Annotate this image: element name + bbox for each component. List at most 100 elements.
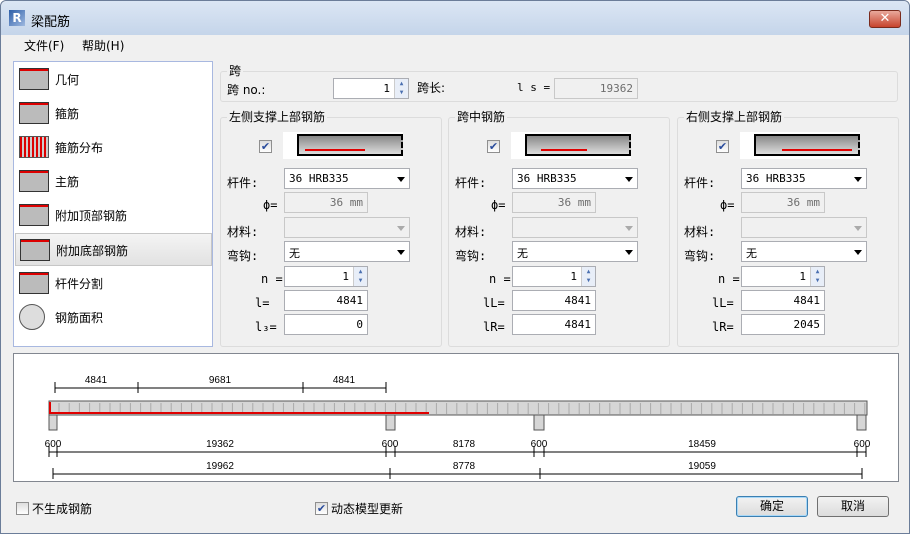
l2-field[interactable]: 0	[284, 314, 368, 335]
n-label: n =	[718, 272, 740, 286]
window-title: 梁配筋	[31, 15, 71, 30]
sidebar-item-label: 几何	[55, 73, 80, 87]
chevron-down-icon[interactable]	[397, 250, 405, 255]
dimension-label: 18459	[688, 439, 716, 450]
spin-buttons[interactable]: ▲ ▼	[394, 79, 408, 98]
stirrup-distribution-icon	[19, 136, 49, 158]
l1-label: lL=	[712, 296, 734, 310]
dimension-label: 19962	[206, 461, 234, 472]
span-group-label: 跨	[227, 62, 244, 79]
span-length-label: 跨长:	[417, 81, 446, 95]
chevron-down-icon[interactable]	[854, 226, 862, 231]
span-no-stepper[interactable]: 1 ▲ ▼	[333, 78, 409, 99]
support-column	[856, 414, 867, 431]
hook-label: 弯钩:	[455, 249, 487, 263]
dimension-label: 600	[45, 439, 62, 450]
bar-split-icon	[19, 272, 49, 294]
sidebar-item[interactable]: 箍筋	[15, 97, 212, 130]
l2-field[interactable]: 2045	[741, 314, 825, 335]
support-column	[48, 414, 58, 431]
rebar-diagram-icon	[283, 132, 403, 159]
hook-dropdown[interactable]: 无	[284, 241, 410, 262]
bar-dropdown[interactable]: 36 HRB335	[741, 168, 867, 189]
n-stepper[interactable]: 1 ▲ ▼	[284, 266, 368, 287]
enable-checkbox[interactable]: ✔	[259, 140, 272, 153]
dialog-window: R 梁配筋 ✕ 文件(F) 帮助(H) 几何箍筋箍筋分布主筋附加顶部钢筋附加底部…	[0, 0, 910, 534]
n-label: n =	[261, 272, 283, 286]
additional-top-rebar-icon	[19, 204, 49, 226]
bar-value: 36 HRB335	[289, 172, 349, 185]
n-value: 1	[342, 270, 349, 283]
main-rebar-icon	[19, 170, 49, 192]
app-logo-icon: R	[9, 10, 25, 26]
n-stepper[interactable]: 1 ▲ ▼	[741, 266, 825, 287]
hook-dropdown[interactable]: 无	[512, 241, 638, 262]
rebar-area-icon	[19, 304, 45, 330]
sidebar-item[interactable]: 主筋	[15, 165, 212, 198]
chevron-down-icon[interactable]	[397, 226, 405, 231]
rebar-panel: 左侧支撑上部钢筋 ✔ 杆件: 36 HRB335 ϕ= 36 mm 材料: 弯钩: 无 n = 1 ▲…	[220, 108, 442, 347]
close-button[interactable]: ✕	[869, 10, 901, 28]
chevron-down-icon[interactable]	[625, 250, 633, 255]
chevron-down-icon[interactable]	[854, 250, 862, 255]
spin-buttons[interactable]: ▲ ▼	[581, 267, 595, 286]
phi-label: ϕ=	[720, 198, 735, 212]
l2-field[interactable]: 4841	[512, 314, 596, 335]
bar-dropdown[interactable]: 36 HRB335	[512, 168, 638, 189]
menu-file[interactable]: 文件(F)	[24, 37, 64, 54]
span-length-field[interactable]: 19362	[554, 78, 638, 99]
hook-label: 弯钩:	[227, 249, 259, 263]
phi-field: 36 mm	[741, 192, 825, 213]
chevron-down-icon[interactable]	[854, 177, 862, 182]
dynamic-update-checkbox[interactable]: ✔	[315, 502, 328, 515]
hook-dropdown[interactable]: 无	[741, 241, 867, 262]
l1-field[interactable]: 4841	[512, 290, 596, 311]
panel-title: 右侧支撑上部钢筋	[684, 108, 785, 125]
sidebar-item-label: 附加顶部钢筋	[55, 209, 128, 223]
menu-bar: 文件(F) 帮助(H)	[2, 35, 908, 55]
mat-dropdown	[284, 217, 410, 238]
enable-checkbox[interactable]: ✔	[716, 140, 729, 153]
phi-label: ϕ=	[491, 198, 506, 212]
sidebar-item[interactable]: 箍筋分布	[15, 131, 212, 164]
sidebar-item[interactable]: 杆件分割	[15, 267, 212, 300]
spin-buttons[interactable]: ▲ ▼	[810, 267, 824, 286]
dimension-label: 8778	[453, 461, 476, 472]
ok-button[interactable]: 确定	[736, 496, 808, 517]
support-column	[533, 414, 545, 431]
sidebar-item-label: 箍筋分布	[55, 141, 104, 155]
n-stepper[interactable]: 1 ▲ ▼	[512, 266, 596, 287]
cancel-button[interactable]: 取消	[817, 496, 889, 517]
spin-buttons[interactable]: ▲ ▼	[353, 267, 367, 286]
l1-field[interactable]: 4841	[284, 290, 368, 311]
chevron-down-icon[interactable]	[625, 226, 633, 231]
sidebar-item[interactable]: 几何	[15, 63, 212, 96]
mat-label: 材料:	[227, 225, 259, 239]
l2-label: lR=	[483, 320, 505, 334]
bar-value: 36 HRB335	[746, 172, 806, 185]
l2-label: l₃=	[255, 320, 277, 334]
mat-dropdown	[741, 217, 867, 238]
sidebar-item[interactable]: 附加底部钢筋	[15, 233, 212, 266]
bar-value: 36 HRB335	[517, 172, 577, 185]
menu-help[interactable]: 帮助(H)	[82, 37, 124, 54]
mat-label: 材料:	[455, 225, 487, 239]
dimension-label: 8178	[453, 439, 476, 450]
sidebar: 几何箍筋箍筋分布主筋附加顶部钢筋附加底部钢筋 杆件分割 钢筋面积	[13, 61, 213, 347]
chevron-down-icon[interactable]	[397, 177, 405, 182]
beam-geometry-icon	[19, 68, 49, 90]
sidebar-item[interactable]: 附加顶部钢筋	[15, 199, 212, 232]
dimension-label: 19362	[206, 439, 234, 450]
dimension-label: 4841	[333, 375, 356, 386]
rebar-diagram-icon	[740, 132, 860, 159]
enable-checkbox[interactable]: ✔	[487, 140, 500, 153]
dimension-label: 600	[382, 439, 399, 450]
l1-field[interactable]: 4841	[741, 290, 825, 311]
no-rebar-checkbox[interactable]	[16, 502, 29, 515]
l2-label: lR=	[712, 320, 734, 334]
chevron-down-icon[interactable]	[625, 177, 633, 182]
mat-dropdown	[512, 217, 638, 238]
sidebar-item[interactable]: 钢筋面积	[15, 301, 212, 334]
dimension-label: 19059	[688, 461, 716, 472]
bar-dropdown[interactable]: 36 HRB335	[284, 168, 410, 189]
